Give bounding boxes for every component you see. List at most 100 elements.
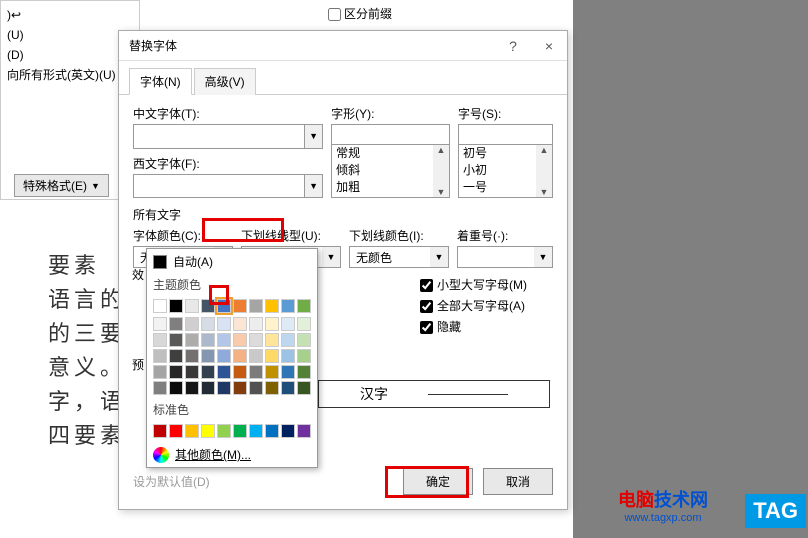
color-swatch[interactable] bbox=[185, 349, 199, 363]
color-swatch[interactable] bbox=[201, 424, 215, 438]
color-swatch[interactable] bbox=[153, 333, 167, 347]
color-swatch[interactable] bbox=[249, 381, 263, 395]
color-swatch[interactable] bbox=[265, 299, 279, 313]
color-swatch[interactable] bbox=[249, 299, 263, 313]
color-swatch[interactable] bbox=[265, 349, 279, 363]
color-swatch[interactable] bbox=[185, 424, 199, 438]
color-swatch[interactable] bbox=[265, 317, 279, 331]
set-default-button[interactable]: 设为默认值(D) bbox=[133, 473, 210, 490]
color-swatch[interactable] bbox=[233, 424, 247, 438]
color-swatch[interactable] bbox=[217, 299, 231, 313]
underline-color-dropdown[interactable]: 无颜色 ▼ bbox=[349, 246, 449, 268]
color-swatch[interactable] bbox=[169, 299, 183, 313]
color-swatch[interactable] bbox=[233, 365, 247, 379]
all-caps-checkbox[interactable]: 全部大写字母(A) bbox=[420, 297, 527, 314]
color-swatch[interactable] bbox=[297, 365, 311, 379]
help-button[interactable]: ? bbox=[495, 31, 531, 61]
ok-button[interactable]: 确定 bbox=[403, 468, 473, 495]
color-swatch[interactable] bbox=[297, 381, 311, 395]
color-swatch[interactable] bbox=[281, 299, 295, 313]
color-swatch[interactable] bbox=[185, 333, 199, 347]
color-swatch[interactable] bbox=[281, 317, 295, 331]
color-swatch[interactable] bbox=[185, 317, 199, 331]
font-size-input[interactable] bbox=[458, 124, 553, 144]
color-swatch[interactable] bbox=[169, 317, 183, 331]
small-caps-checkbox[interactable]: 小型大写字母(M) bbox=[420, 276, 527, 293]
color-swatch[interactable] bbox=[153, 424, 167, 438]
color-swatch[interactable] bbox=[153, 349, 167, 363]
color-swatch[interactable] bbox=[201, 299, 215, 313]
chevron-down-icon[interactable]: ▼ bbox=[304, 125, 322, 148]
font-style-list[interactable]: 常规 倾斜 加粗 ▲▼ bbox=[331, 144, 450, 198]
color-swatch[interactable] bbox=[169, 381, 183, 395]
color-swatch[interactable] bbox=[185, 365, 199, 379]
close-button[interactable]: × bbox=[531, 31, 567, 61]
chinese-font-combo[interactable]: ▼ bbox=[133, 124, 323, 149]
hidden-checkbox[interactable]: 隐藏 bbox=[420, 318, 527, 335]
more-colors-option[interactable]: 其他颜色(M)... bbox=[147, 442, 317, 467]
color-swatch[interactable] bbox=[185, 381, 199, 395]
color-swatch[interactable] bbox=[297, 424, 311, 438]
emphasis-dropdown[interactable]: ▼ bbox=[457, 246, 553, 268]
color-swatch[interactable] bbox=[217, 381, 231, 395]
color-swatch[interactable] bbox=[169, 333, 183, 347]
prefix-checkbox[interactable]: 区分前缀 bbox=[328, 5, 392, 22]
color-swatch[interactable] bbox=[249, 349, 263, 363]
cancel-button[interactable]: 取消 bbox=[483, 468, 553, 495]
color-swatch[interactable] bbox=[249, 333, 263, 347]
color-swatch[interactable] bbox=[217, 365, 231, 379]
color-swatch[interactable] bbox=[249, 365, 263, 379]
chevron-down-icon[interactable]: ▼ bbox=[322, 247, 340, 267]
color-swatch[interactable] bbox=[233, 349, 247, 363]
color-swatch[interactable] bbox=[281, 365, 295, 379]
chevron-down-icon[interactable]: ▼ bbox=[304, 175, 322, 198]
color-swatch[interactable] bbox=[265, 333, 279, 347]
color-swatch[interactable] bbox=[185, 299, 199, 313]
color-swatch[interactable] bbox=[217, 349, 231, 363]
color-swatch[interactable] bbox=[249, 424, 263, 438]
color-swatch[interactable] bbox=[233, 317, 247, 331]
color-swatch[interactable] bbox=[217, 424, 231, 438]
color-swatch[interactable] bbox=[153, 365, 167, 379]
color-swatch[interactable] bbox=[265, 424, 279, 438]
color-swatch[interactable] bbox=[201, 381, 215, 395]
color-swatch[interactable] bbox=[249, 317, 263, 331]
color-swatch[interactable] bbox=[281, 424, 295, 438]
color-swatch[interactable] bbox=[153, 381, 167, 395]
color-swatch[interactable] bbox=[169, 424, 183, 438]
color-swatch[interactable] bbox=[297, 333, 311, 347]
color-swatch[interactable] bbox=[201, 333, 215, 347]
chevron-down-icon[interactable]: ▼ bbox=[534, 247, 552, 267]
color-picker[interactable]: 自动(A) 主题颜色 标准色 其他颜色(M)... bbox=[146, 248, 318, 468]
color-swatch[interactable] bbox=[281, 349, 295, 363]
font-style-input[interactable] bbox=[331, 124, 450, 144]
color-swatch[interactable] bbox=[281, 333, 295, 347]
color-swatch[interactable] bbox=[281, 381, 295, 395]
color-swatch[interactable] bbox=[297, 349, 311, 363]
auto-color-option[interactable]: 自动(A) bbox=[147, 249, 317, 274]
color-swatch[interactable] bbox=[297, 299, 311, 313]
western-font-combo[interactable]: ▼ bbox=[133, 174, 323, 199]
color-swatch[interactable] bbox=[233, 299, 247, 313]
chevron-down-icon[interactable]: ▼ bbox=[430, 247, 448, 267]
special-format-button[interactable]: 特殊格式(E)▼ bbox=[14, 174, 109, 197]
color-swatch[interactable] bbox=[153, 317, 167, 331]
color-swatch[interactable] bbox=[217, 317, 231, 331]
color-swatch[interactable] bbox=[201, 317, 215, 331]
font-size-list[interactable]: 初号 小初 一号 ▲▼ bbox=[458, 144, 553, 198]
color-swatch[interactable] bbox=[265, 381, 279, 395]
color-swatch[interactable] bbox=[169, 349, 183, 363]
color-swatch[interactable] bbox=[153, 299, 167, 313]
western-font-input[interactable] bbox=[134, 175, 304, 198]
color-swatch[interactable] bbox=[169, 365, 183, 379]
chinese-font-input[interactable] bbox=[134, 125, 304, 148]
color-swatch[interactable] bbox=[265, 365, 279, 379]
color-swatch[interactable] bbox=[201, 365, 215, 379]
color-swatch[interactable] bbox=[297, 317, 311, 331]
color-swatch[interactable] bbox=[217, 333, 231, 347]
color-swatch[interactable] bbox=[233, 333, 247, 347]
color-swatch[interactable] bbox=[233, 381, 247, 395]
tab-font[interactable]: 字体(N) bbox=[129, 68, 192, 95]
color-swatch[interactable] bbox=[201, 349, 215, 363]
tab-advanced[interactable]: 高级(V) bbox=[194, 68, 256, 95]
